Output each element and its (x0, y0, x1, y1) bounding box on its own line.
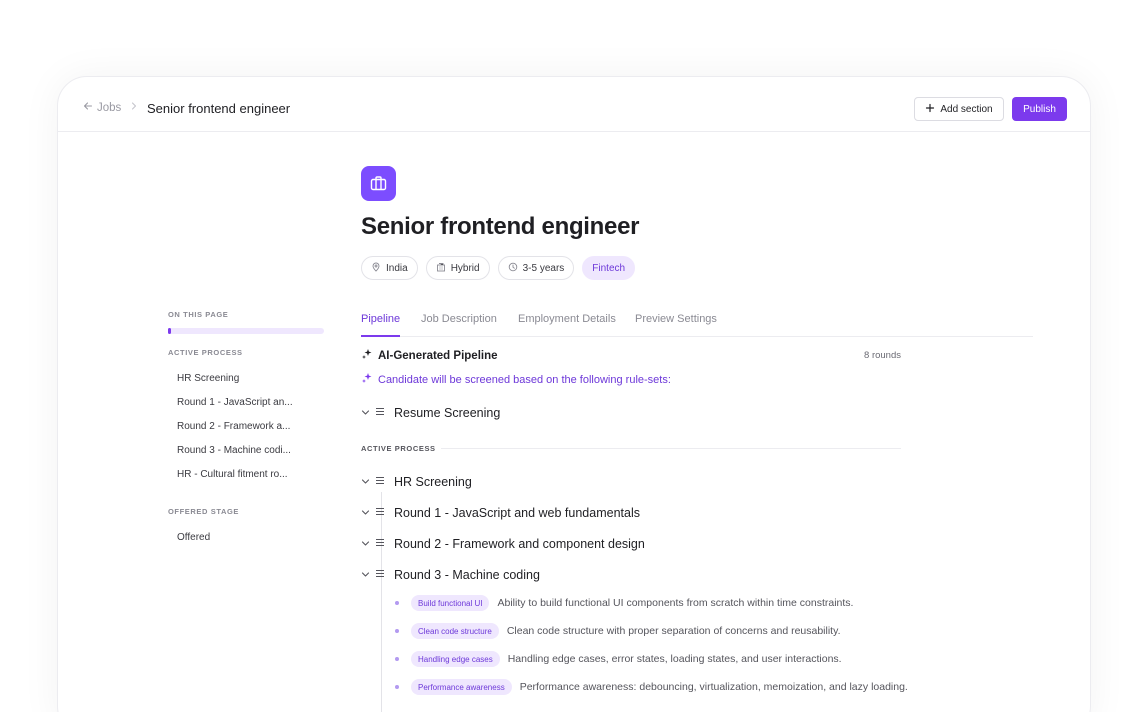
toc-progress-bar (168, 328, 324, 334)
criterion-description: Performance awareness: debouncing, virtu… (519, 681, 908, 693)
back-label: Jobs (97, 101, 122, 114)
bullet-dot (395, 629, 399, 633)
experience-chip-label: 3-5 years (522, 262, 565, 274)
criterion-row: Handling edge cases Handling edge cases,… (395, 651, 842, 667)
job-chips: India Hybrid 3-5 years Fintech (361, 256, 636, 280)
chevron-down-icon[interactable] (361, 477, 375, 488)
section-round-2[interactable]: Round 2 - Framework and component design (361, 537, 645, 551)
toc-progress-fill (168, 328, 172, 334)
active-process-divider (441, 448, 901, 449)
section-round-1[interactable]: Round 1 - JavaScript and web fundamental… (361, 506, 640, 520)
chevron-down-icon[interactable] (361, 570, 375, 581)
section-label: Resume Screening (394, 406, 501, 420)
toc-item-hr-screening[interactable]: HR Screening (177, 373, 239, 384)
sparkles-icon (361, 372, 373, 387)
sparkles-icon (361, 348, 373, 363)
pipeline-heading: AI-Generated Pipeline (361, 348, 498, 363)
criterion-tag: Clean code structure (411, 623, 499, 639)
criterion-description: Clean code structure with proper separat… (506, 625, 841, 637)
clock-icon (508, 262, 518, 275)
arrow-left-icon (83, 101, 93, 114)
drag-handle-icon[interactable] (375, 407, 394, 419)
job-title: Senior frontend engineer (361, 213, 640, 240)
criterion-row: Clean code structure Clean code structur… (395, 623, 840, 639)
section-label: Round 3 - Machine coding (394, 568, 540, 582)
toc-item-round-3[interactable]: Round 3 - Machine codi... (177, 445, 291, 456)
publish-button[interactable]: Publish (1012, 97, 1067, 121)
section-label: Round 1 - JavaScript and web fundamental… (394, 506, 640, 520)
back-to-jobs-link[interactable]: Jobs (83, 101, 121, 114)
toc-active-process-heading: ACTIVE PROCESS (168, 348, 243, 357)
criterion-tag: Performance awareness (411, 679, 512, 695)
bullet-dot (395, 657, 399, 661)
location-chip: India (361, 256, 418, 280)
criterion-description: Ability to build functional UI component… (497, 597, 854, 609)
section-label: HR Screening (394, 475, 472, 489)
section-round-3[interactable]: Round 3 - Machine coding (361, 568, 540, 582)
bullet-dot (395, 685, 399, 689)
toc-item-round-1[interactable]: Round 1 - JavaScript an... (177, 397, 293, 408)
section-label: Round 2 - Framework and component design (394, 537, 645, 551)
add-section-button[interactable]: Add section (914, 97, 1004, 121)
drag-handle-icon[interactable] (375, 569, 394, 581)
chevron-down-icon[interactable] (361, 508, 375, 519)
chevron-down-icon[interactable] (361, 539, 375, 550)
tree-connector (381, 492, 382, 712)
drag-handle-icon[interactable] (375, 538, 394, 550)
drag-handle-icon[interactable] (375, 507, 394, 519)
add-section-label: Add section (940, 103, 993, 115)
criterion-row: Performance awareness Performance awaren… (395, 679, 908, 695)
tab-bar: Pipeline Job Description Employment Deta… (361, 313, 1033, 337)
section-resume-screening[interactable]: Resume Screening (361, 406, 500, 420)
briefcase-icon (361, 166, 396, 201)
work-mode-chip: Hybrid (425, 256, 490, 280)
work-mode-chip-label: Hybrid (450, 262, 480, 274)
active-process-label: ACTIVE PROCESS (361, 444, 436, 453)
chevron-right-icon (130, 101, 138, 114)
chevron-down-icon[interactable] (361, 408, 375, 419)
criterion-tag: Build functional UI (411, 595, 490, 611)
tab-pipeline[interactable]: Pipeline (361, 313, 401, 337)
domain-chip: Fintech (582, 256, 636, 280)
on-this-page-heading: ON THIS PAGE (168, 310, 229, 319)
toc-offered-stage-heading: OFFERED STAGE (168, 507, 239, 516)
toc-item-hr-cultural-fitment[interactable]: HR - Cultural fitment ro... (177, 469, 288, 480)
top-bar-divider (68, 131, 1080, 132)
building-icon (436, 262, 446, 275)
location-chip-label: India (386, 262, 408, 274)
tab-job-description[interactable]: Job Description (421, 313, 497, 337)
section-hr-screening[interactable]: HR Screening (361, 475, 472, 489)
tab-employment-details[interactable]: Employment Details (518, 313, 616, 337)
pipeline-heading-text: AI-Generated Pipeline (378, 349, 498, 362)
toc-item-offered[interactable]: Offered (177, 532, 210, 543)
breadcrumb-title: Senior frontend engineer (147, 101, 291, 116)
experience-chip: 3-5 years (497, 256, 575, 280)
toc-item-round-2[interactable]: Round 2 - Framework a... (177, 421, 290, 432)
bullet-dot (395, 601, 399, 605)
criterion-description: Handling edge cases, error states, loadi… (507, 653, 842, 665)
plus-icon (925, 103, 935, 116)
pipeline-subtitle-text: Candidate will be screened based on the … (378, 373, 671, 386)
pipeline-subtitle: Candidate will be screened based on the … (361, 372, 671, 387)
location-pin-icon (371, 262, 381, 275)
tab-preview-settings[interactable]: Preview Settings (635, 313, 717, 337)
criterion-tag: Handling edge cases (411, 651, 500, 667)
criterion-row: Build functional UI Ability to build fun… (395, 595, 853, 611)
rounds-count: 8 rounds (864, 350, 901, 361)
app-window: Jobs Senior frontend engineer Add sectio… (57, 76, 1091, 712)
drag-handle-icon[interactable] (375, 476, 394, 488)
